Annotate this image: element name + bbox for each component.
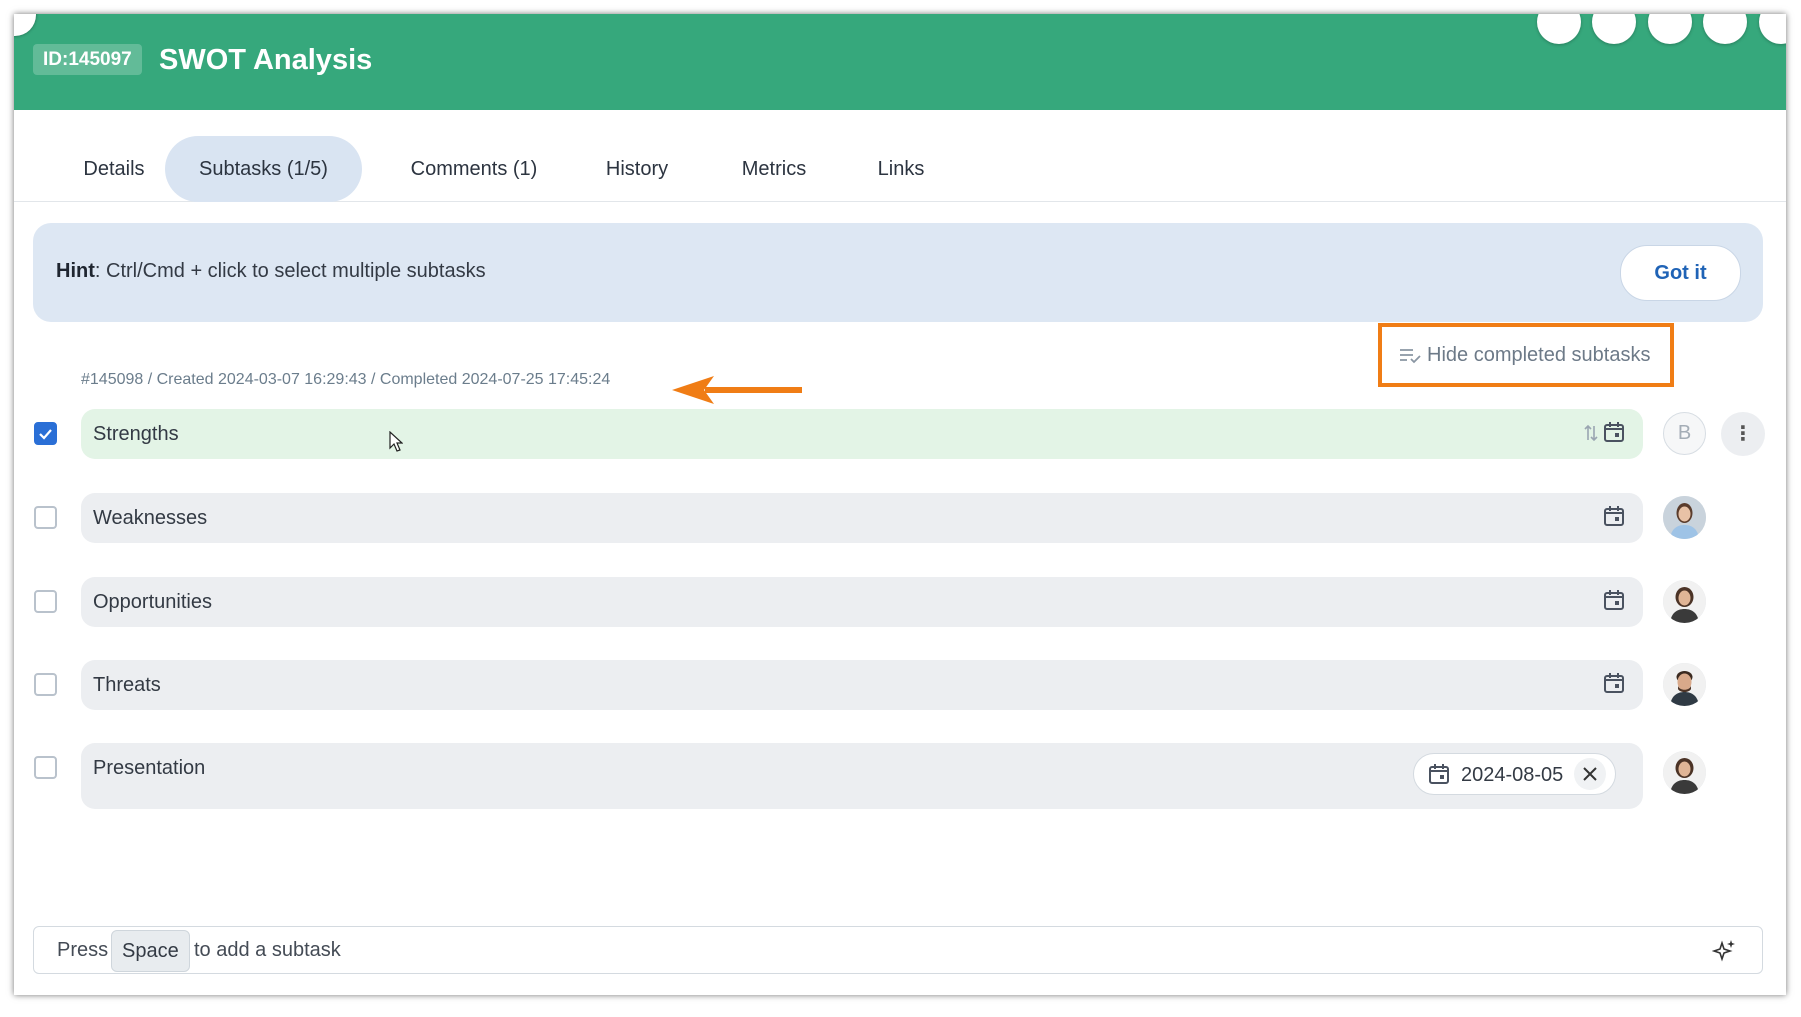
header-action-button-3[interactable] xyxy=(1648,14,1692,44)
subtask-field[interactable]: Opportunities xyxy=(81,577,1643,627)
subtask-field[interactable]: Presentation 2024-08-05 xyxy=(81,743,1643,809)
subtask-checkbox[interactable] xyxy=(34,422,57,445)
header-action-button-1[interactable] xyxy=(1537,14,1581,44)
task-header: ID:145097 SWOT Analysis xyxy=(14,14,1786,110)
add-subtask-input[interactable]: Press Space to add a subtask xyxy=(33,926,1763,974)
assignee-avatar[interactable] xyxy=(1663,496,1706,539)
subtask-row: Threats xyxy=(14,660,1786,710)
person-avatar-icon xyxy=(1663,751,1706,794)
subtask-row: Presentation 2024-08-05 xyxy=(14,743,1786,809)
tab-comments[interactable]: Comments (1) xyxy=(384,136,564,202)
due-date-value: 2024-08-05 xyxy=(1461,764,1564,786)
ai-sparkle-icon[interactable] xyxy=(1712,939,1736,963)
calendar-icon[interactable] xyxy=(1603,672,1625,694)
got-it-button[interactable]: Got it xyxy=(1620,245,1741,301)
hint-banner: Hint: Ctrl/Cmd + click to select multipl… xyxy=(33,223,1763,322)
close-icon xyxy=(1583,767,1597,781)
task-title: SWOT Analysis xyxy=(159,44,373,76)
calendar-icon xyxy=(1429,764,1449,784)
assignee-avatar[interactable] xyxy=(1663,751,1706,794)
subtask-name: Presentation xyxy=(93,757,206,779)
hide-completed-button[interactable]: Hide completed subtasks xyxy=(1399,341,1650,369)
header-action-button-4[interactable] xyxy=(1703,14,1747,44)
hint-message: : Ctrl/Cmd + click to select multiple su… xyxy=(94,260,486,282)
sort-arrows-icon[interactable] xyxy=(1584,423,1598,443)
subtask-checkbox[interactable] xyxy=(34,590,57,613)
task-window: ID:145097 SWOT Analysis Details Subtasks… xyxy=(14,14,1786,995)
more-options-button[interactable]: ⋮ xyxy=(1721,412,1765,456)
task-id-badge: ID:145097 xyxy=(33,44,142,75)
person-avatar-icon xyxy=(1663,580,1706,623)
tab-details[interactable]: Details xyxy=(52,136,176,202)
tab-history[interactable]: History xyxy=(582,136,692,202)
calendar-icon[interactable] xyxy=(1603,589,1625,611)
tab-links[interactable]: Links xyxy=(851,136,951,202)
assignee-avatar[interactable] xyxy=(1663,580,1706,623)
highlight-box: Hide completed subtasks xyxy=(1378,323,1674,387)
subtask-field[interactable]: Strengths xyxy=(81,409,1643,459)
filter-check-icon xyxy=(1400,348,1421,363)
assignee-avatar[interactable] xyxy=(1663,663,1706,706)
space-key-badge: Space xyxy=(111,930,190,972)
hint-label: Hint xyxy=(56,260,95,282)
mouse-cursor-icon xyxy=(389,431,403,452)
person-avatar-icon xyxy=(1663,496,1706,539)
checkmark-icon xyxy=(39,429,52,440)
tab-subtasks[interactable]: Subtasks (1/5) xyxy=(165,136,362,202)
subtask-row: Opportunities xyxy=(14,577,1786,627)
subtask-checkbox[interactable] xyxy=(34,673,57,696)
clear-date-button[interactable] xyxy=(1574,758,1606,790)
subtask-meta: #145098 / Created 2024-03-07 16:29:43 / … xyxy=(81,371,611,388)
add-hint-press: Press xyxy=(57,939,109,961)
annotation-arrow-icon xyxy=(672,376,802,404)
subtask-checkbox[interactable] xyxy=(34,756,57,779)
header-action-button-5[interactable] xyxy=(1759,14,1786,44)
header-action-button-2[interactable] xyxy=(1592,14,1636,44)
add-hint-suffix: to add a subtask xyxy=(194,939,341,961)
window-corner-button[interactable] xyxy=(14,14,36,36)
subtask-name: Weaknesses xyxy=(93,507,208,529)
subtask-row: Weaknesses xyxy=(14,493,1786,543)
calendar-icon[interactable] xyxy=(1603,505,1625,527)
tab-metrics[interactable]: Metrics xyxy=(714,136,834,202)
hint-text: Hint: Ctrl/Cmd + click to select multipl… xyxy=(56,260,486,283)
hide-completed-label: Hide completed subtasks xyxy=(1427,344,1651,366)
subtask-name: Opportunities xyxy=(93,591,212,613)
subtask-name: Strengths xyxy=(93,423,179,445)
assignee-initial-avatar[interactable]: B xyxy=(1663,412,1706,455)
subtask-field[interactable]: Threats xyxy=(81,660,1643,710)
person-avatar-icon xyxy=(1663,663,1706,706)
subtask-field[interactable]: Weaknesses xyxy=(81,493,1643,543)
calendar-icon[interactable] xyxy=(1603,421,1625,443)
subtask-checkbox[interactable] xyxy=(34,506,57,529)
tab-bar: Details Subtasks (1/5) Comments (1) Hist… xyxy=(14,110,1786,202)
subtask-name: Threats xyxy=(93,674,161,696)
due-date-chip[interactable]: 2024-08-05 xyxy=(1413,753,1616,795)
subtask-row: Strengths B ⋮ xyxy=(14,409,1786,459)
